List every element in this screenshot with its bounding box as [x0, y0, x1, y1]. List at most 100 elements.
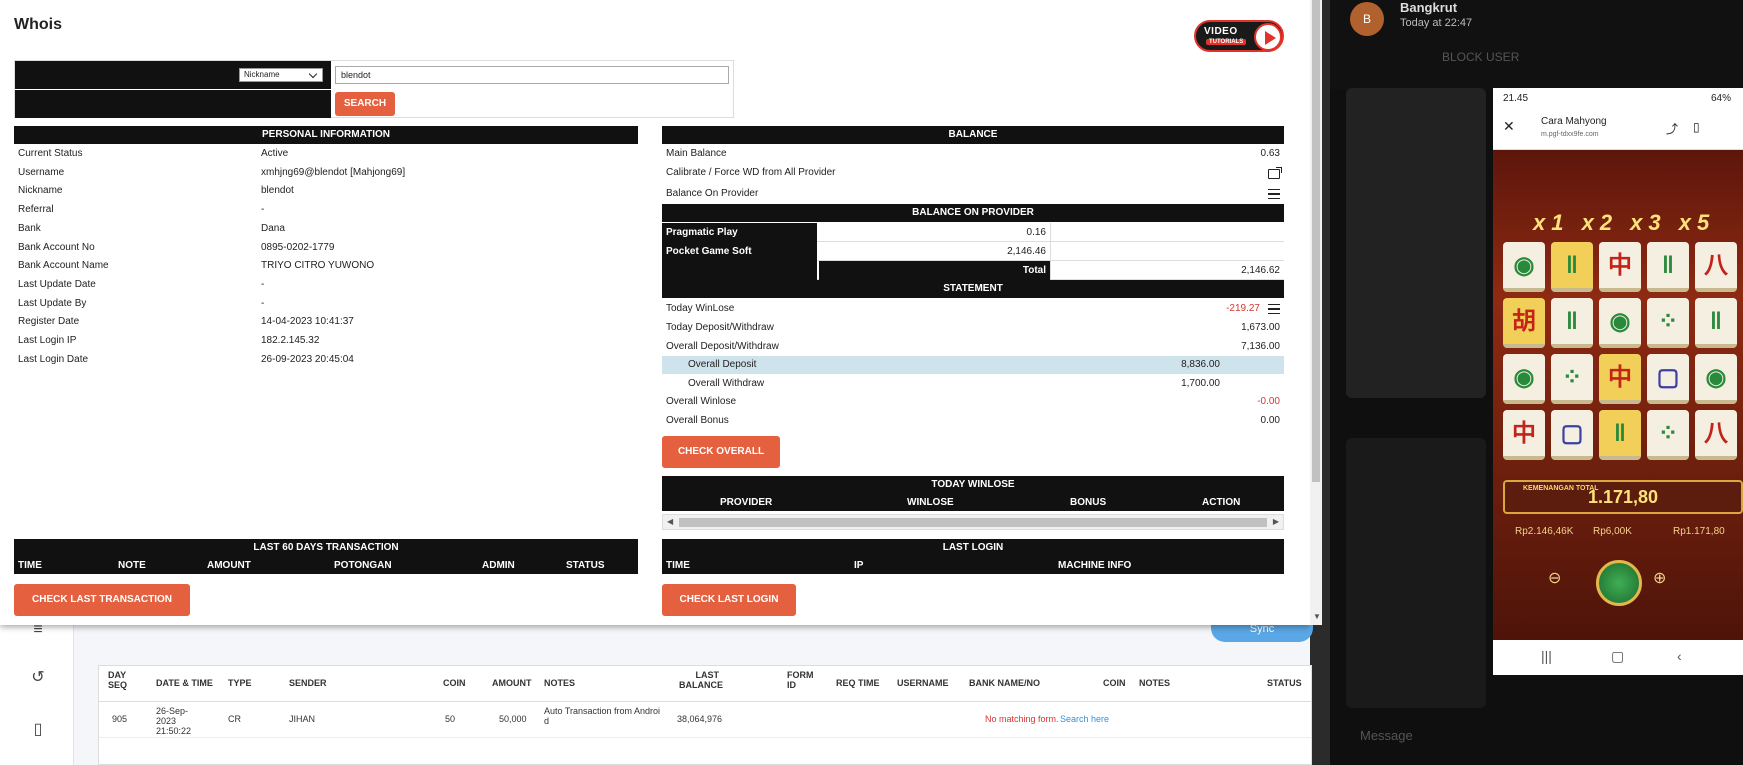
today-winlose-header: TODAY WINLOSE: [662, 476, 1284, 494]
message-input[interactable]: Message: [1360, 728, 1413, 743]
scroll-down-arrow[interactable]: ▼: [1313, 612, 1321, 621]
check-last-transaction-button[interactable]: CHECK LAST TRANSACTION: [14, 584, 190, 616]
col-header: FORM ID: [787, 670, 814, 690]
plus-icon[interactable]: ⊕: [1653, 568, 1666, 588]
overall-winlose-value: -0.00: [1257, 396, 1280, 407]
left-nav: ≡ ↺ ▯: [0, 620, 74, 765]
personal-info-header: PERSONAL INFORMATION: [14, 126, 638, 144]
personal-info-row: Current Status Active: [14, 145, 638, 163]
share-icon[interactable]: ⤴: [1666, 120, 1678, 137]
search-input[interactable]: blendot: [335, 66, 729, 84]
phone-screenshot: 21.45 64% ✕ Cara Mahyong m.pgf-tdxx9fe.c…: [1493, 88, 1743, 675]
personal-info-value: 26-09-2023 20:45:04: [261, 353, 354, 365]
history-icon[interactable]: ↺: [28, 668, 48, 688]
personal-info-value: TRIYO CITRO YUWONO: [261, 260, 375, 272]
col-header: REQ TIME: [836, 678, 880, 688]
personal-info-row: Username xmhjng69@blendot [Mahjong69]: [14, 164, 638, 182]
scroll-left-arrow[interactable]: ◀: [667, 515, 673, 529]
external-link-icon[interactable]: [1268, 167, 1282, 179]
col-status: STATUS: [566, 560, 605, 571]
modal-scroll-thumb[interactable]: [1312, 0, 1320, 482]
back-icon[interactable]: ‹: [1677, 648, 1682, 664]
stat-win: Rp1.171,80: [1673, 526, 1725, 537]
col-amount: AMOUNT: [207, 560, 251, 571]
personal-info-row: Register Date 14-04-2023 10:41:37: [14, 313, 638, 331]
tile: ‖: [1551, 242, 1593, 292]
personal-info-label: Last Update Date: [18, 278, 96, 290]
col-header: NOTES: [1139, 678, 1171, 688]
last60-columns: TIME NOTE AMOUNT POTONGAN ADMIN STATUS: [14, 557, 638, 574]
scroll-thumb[interactable]: [679, 518, 1267, 527]
book-icon[interactable]: ▯: [28, 720, 48, 740]
overall-withdraw-value: 1,700.00: [1181, 378, 1220, 389]
provider-total-row: Total 2,146.62: [662, 261, 1284, 280]
win-label: KEMENANGAN TOTAL: [1523, 485, 1599, 492]
overall-deposit-label: Overall Deposit: [688, 359, 757, 370]
personal-info-row: Bank Dana: [14, 220, 638, 238]
search-button[interactable]: SEARCH: [335, 92, 395, 116]
col-time: TIME: [18, 560, 42, 571]
personal-info-value: blendot: [261, 185, 294, 197]
personal-info-label: Last Update By: [18, 297, 87, 309]
personal-info-label: Nickname: [18, 185, 63, 197]
no-matching-form: No matching form.: [985, 714, 1059, 724]
personal-info-label: Referral: [18, 204, 54, 216]
cell-coin: 50: [445, 714, 456, 724]
bookmark-icon[interactable]: ▯: [1693, 120, 1700, 134]
today-dw-row: Today Deposit/Withdraw 1,673.00: [662, 319, 1284, 337]
overall-winlose-label: Overall Winlose: [666, 396, 737, 407]
col-winlose: WINLOSE: [907, 497, 954, 508]
game-area: x1 x2 x3 x5 ◉ ‖ 中 ‖ 八 胡 ‖ ◉ ⁘ ‖ ◉ ⁘ 中 ▢ …: [1493, 150, 1743, 640]
col-header: BANK NAME/NO: [969, 678, 1040, 688]
search-type-select[interactable]: Nickname: [239, 68, 323, 82]
search-here-link[interactable]: Search here: [1060, 714, 1109, 724]
today-winlose-row: Today WinLose -219.27: [662, 300, 1284, 318]
overall-winlose-row: Overall Winlose -0.00: [662, 393, 1284, 411]
col-header: COIN: [1103, 678, 1126, 688]
today-winlose-value: -219.27: [1226, 303, 1260, 314]
table-row[interactable]: 905 26-Sep-2023 21:50:22 CR JIHAN 50 50,…: [99, 702, 1311, 738]
today-winlose-columns: PROVIDER WINLOSE BONUS ACTION: [662, 494, 1284, 511]
tile: ◉: [1599, 298, 1641, 348]
horizontal-scrollbar[interactable]: ◀ ▶: [662, 514, 1284, 530]
search-label-cell: [15, 90, 331, 118]
phone-nav-bar: ||| ▢ ‹: [1493, 640, 1743, 675]
today-dw-value: 1,673.00: [1241, 322, 1280, 333]
recent-apps-icon[interactable]: |||: [1541, 648, 1552, 664]
chat-header: B Bangkrut Today at 22:47 BLOCK USER: [1330, 0, 1743, 90]
spin-button[interactable]: [1596, 560, 1642, 606]
cell-last-balance: 38,064,976: [677, 714, 723, 724]
check-last-login-button[interactable]: CHECK LAST LOGIN: [662, 584, 796, 616]
list-icon[interactable]: [1268, 304, 1280, 314]
close-icon[interactable]: ✕: [1503, 118, 1515, 135]
col-header: SENDER: [289, 678, 327, 688]
col-header: STATUS: [1267, 678, 1302, 688]
game-stats: Rp2.146,46K Rp6,00K Rp1.171,80: [1493, 520, 1743, 544]
personal-info-label: Username: [18, 166, 65, 178]
tile: ▢: [1551, 410, 1593, 460]
phone-time: 21.45: [1503, 93, 1529, 104]
minus-icon[interactable]: ⊖: [1548, 568, 1561, 588]
cell-sender: JIHAN: [289, 714, 316, 724]
personal-info-value: 0895-0202-1779: [261, 241, 335, 253]
avatar[interactable]: B: [1350, 2, 1384, 36]
col-provider: PROVIDER: [720, 497, 773, 508]
statement-header: STATEMENT: [662, 280, 1284, 298]
last-login-header: LAST LOGIN: [662, 539, 1284, 557]
cell-amount: 50,000: [499, 714, 527, 724]
scroll-right-arrow[interactable]: ▶: [1273, 515, 1279, 529]
check-overall-button[interactable]: CHECK OVERALL: [662, 436, 780, 468]
multiplier-strip: x1 x2 x3 x5: [1533, 210, 1716, 235]
block-user-button[interactable]: BLOCK USER: [1442, 50, 1519, 64]
balance-header: BALANCE: [662, 126, 1284, 144]
video-tutorials-button[interactable]: VIDEO TUTORIALS: [1194, 20, 1284, 52]
col-note: NOTE: [118, 560, 146, 571]
home-icon[interactable]: ▢: [1611, 648, 1624, 665]
phone-status-bar: 21.45 64%: [1493, 88, 1743, 110]
stat-balance: Rp2.146,46K: [1515, 526, 1574, 537]
overall-dw-value: 7,136.00: [1241, 341, 1280, 352]
tile: ◉: [1503, 354, 1545, 404]
tile: ‖: [1599, 410, 1641, 460]
list-icon[interactable]: [1268, 189, 1280, 199]
search-label-cell: Nickname: [15, 61, 331, 89]
